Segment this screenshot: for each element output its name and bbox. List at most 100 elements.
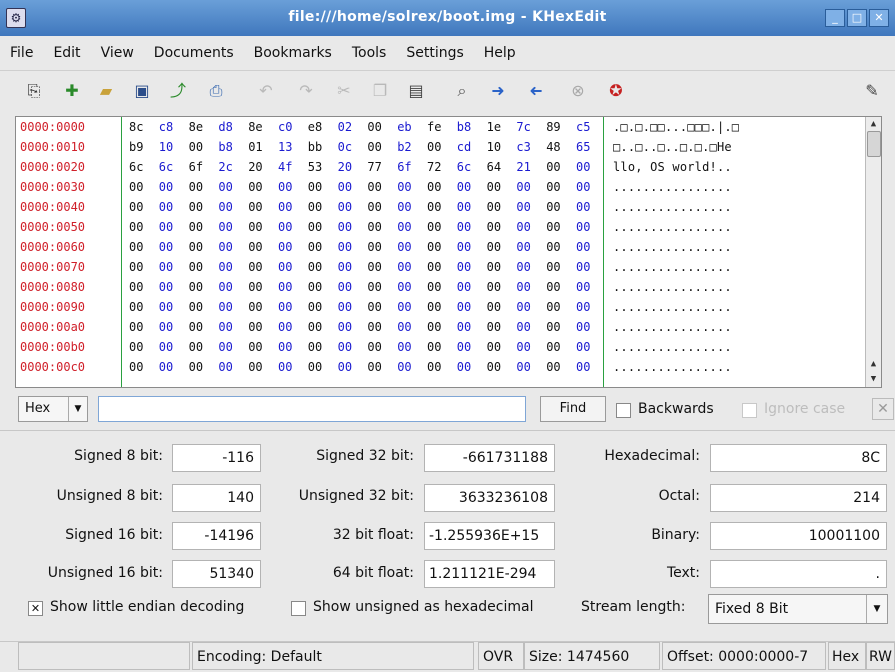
hex-byte[interactable]: 00 bbox=[516, 178, 530, 196]
print-icon[interactable]: ⎙ bbox=[204, 79, 228, 103]
hex-byte[interactable]: 00 bbox=[457, 318, 471, 336]
cut-icon[interactable]: ✂ bbox=[332, 79, 356, 103]
scroll-thumb[interactable] bbox=[867, 131, 881, 157]
menu-edit[interactable]: Edit bbox=[53, 45, 80, 61]
hex-byte[interactable]: 00 bbox=[457, 338, 471, 356]
hex-byte[interactable]: 00 bbox=[457, 218, 471, 236]
octal-field[interactable]: 214 bbox=[710, 484, 887, 512]
hex-byte[interactable]: 00 bbox=[189, 198, 203, 216]
back-icon[interactable]: ➜ bbox=[524, 79, 548, 103]
hex-byte[interactable]: 00 bbox=[159, 298, 173, 316]
hex-byte[interactable]: 00 bbox=[397, 258, 411, 276]
hex-byte[interactable]: 00 bbox=[278, 338, 292, 356]
hex-byte[interactable]: 00 bbox=[397, 318, 411, 336]
hex-byte[interactable]: 00 bbox=[427, 138, 441, 156]
hex-byte[interactable]: 00 bbox=[487, 238, 501, 256]
minimize-icon[interactable]: _ bbox=[825, 9, 845, 27]
hex-byte[interactable]: 00 bbox=[546, 158, 560, 176]
hex-byte[interactable]: 00 bbox=[487, 338, 501, 356]
chevron-down-icon[interactable]: ▼ bbox=[68, 397, 87, 421]
hex-byte[interactable]: 00 bbox=[129, 278, 143, 296]
hex-byte[interactable]: 00 bbox=[457, 278, 471, 296]
hex-byte[interactable]: fe bbox=[427, 118, 441, 136]
hex-byte[interactable]: 20 bbox=[248, 158, 262, 176]
edit-icon[interactable]: ✎ bbox=[860, 79, 884, 103]
hex-byte[interactable]: 00 bbox=[248, 258, 262, 276]
hex-byte[interactable]: 00 bbox=[159, 238, 173, 256]
hex-byte[interactable]: 00 bbox=[457, 358, 471, 376]
hex-byte[interactable]: 6c bbox=[457, 158, 471, 176]
hex-byte[interactable]: 00 bbox=[427, 278, 441, 296]
hex-byte[interactable]: 13 bbox=[278, 138, 292, 156]
hex-byte[interactable]: 00 bbox=[397, 198, 411, 216]
hex-byte[interactable]: 00 bbox=[516, 198, 530, 216]
hex-byte[interactable]: 6f bbox=[189, 158, 203, 176]
hex-byte[interactable]: 00 bbox=[576, 338, 590, 356]
hex-byte[interactable]: 00 bbox=[159, 198, 173, 216]
hex-byte[interactable]: 00 bbox=[367, 278, 381, 296]
chevron-down-icon[interactable]: ▼ bbox=[866, 595, 887, 623]
hex-byte[interactable]: 00 bbox=[487, 258, 501, 276]
redo-icon[interactable]: ↷ bbox=[294, 79, 318, 103]
help-icon[interactable]: ✪ bbox=[604, 79, 628, 103]
hex-byte[interactable]: 00 bbox=[487, 198, 501, 216]
hex-byte[interactable]: 00 bbox=[457, 238, 471, 256]
hex-byte[interactable]: 00 bbox=[576, 218, 590, 236]
hex-byte[interactable]: 00 bbox=[129, 358, 143, 376]
hex-byte[interactable]: 21 bbox=[516, 158, 530, 176]
hex-byte[interactable]: 00 bbox=[487, 218, 501, 236]
new-icon[interactable]: ✚ bbox=[60, 79, 84, 103]
find-button[interactable]: Find bbox=[540, 396, 606, 422]
hex-byte[interactable]: 00 bbox=[159, 258, 173, 276]
hex-byte[interactable]: 00 bbox=[516, 278, 530, 296]
hex-byte[interactable]: 00 bbox=[576, 278, 590, 296]
ascii-text[interactable]: ................ bbox=[613, 278, 732, 296]
hex-byte[interactable]: 00 bbox=[308, 298, 322, 316]
hex-byte[interactable]: 00 bbox=[576, 238, 590, 256]
hex-byte[interactable]: 00 bbox=[218, 278, 232, 296]
hex-byte[interactable]: 00 bbox=[546, 218, 560, 236]
hex-byte[interactable]: 00 bbox=[516, 218, 530, 236]
hex-byte[interactable]: c3 bbox=[516, 138, 530, 156]
signed-32-field[interactable]: -661731188 bbox=[424, 444, 555, 472]
hex-byte[interactable]: b8 bbox=[457, 118, 471, 136]
hex-byte[interactable]: 00 bbox=[278, 178, 292, 196]
save-as-icon[interactable]: ⤴ bbox=[166, 79, 190, 103]
hex-byte[interactable]: 00 bbox=[397, 338, 411, 356]
hex-byte[interactable]: 00 bbox=[397, 218, 411, 236]
hex-byte[interactable]: 00 bbox=[367, 318, 381, 336]
hex-byte[interactable]: 00 bbox=[487, 278, 501, 296]
hex-byte[interactable]: 00 bbox=[367, 218, 381, 236]
hex-byte[interactable]: 00 bbox=[278, 238, 292, 256]
hex-byte[interactable]: 89 bbox=[546, 118, 560, 136]
hex-byte[interactable]: 00 bbox=[457, 258, 471, 276]
scroll-up-icon[interactable]: ▲ bbox=[866, 117, 881, 131]
ascii-text[interactable]: ................ bbox=[613, 338, 732, 356]
float-32-field[interactable]: -1.255936E+15 bbox=[424, 522, 555, 550]
hex-byte[interactable]: 65 bbox=[576, 138, 590, 156]
hex-byte[interactable]: 48 bbox=[546, 138, 560, 156]
hex-byte[interactable]: 00 bbox=[129, 178, 143, 196]
hex-byte[interactable]: 00 bbox=[546, 258, 560, 276]
menu-help[interactable]: Help bbox=[484, 45, 516, 61]
hex-byte[interactable]: 00 bbox=[218, 258, 232, 276]
hex-byte[interactable]: 00 bbox=[367, 178, 381, 196]
hex-byte[interactable]: 00 bbox=[248, 178, 262, 196]
hex-byte[interactable]: 00 bbox=[308, 258, 322, 276]
hex-byte[interactable]: 00 bbox=[487, 178, 501, 196]
hex-byte[interactable]: 00 bbox=[189, 278, 203, 296]
hex-byte[interactable]: 00 bbox=[397, 278, 411, 296]
hex-byte[interactable]: b9 bbox=[129, 138, 143, 156]
hex-byte[interactable]: 00 bbox=[397, 178, 411, 196]
hex-byte[interactable]: 00 bbox=[189, 218, 203, 236]
hex-byte[interactable]: 00 bbox=[338, 278, 352, 296]
open-folder-icon[interactable]: ▰ bbox=[94, 79, 118, 103]
hex-byte[interactable]: 4f bbox=[278, 158, 292, 176]
hex-byte[interactable]: 00 bbox=[427, 218, 441, 236]
hex-byte[interactable]: 00 bbox=[338, 218, 352, 236]
hex-byte[interactable]: 00 bbox=[338, 338, 352, 356]
menu-bookmarks[interactable]: Bookmarks bbox=[254, 45, 332, 61]
hex-byte[interactable]: 00 bbox=[338, 318, 352, 336]
hex-byte[interactable]: 00 bbox=[427, 318, 441, 336]
hex-byte[interactable]: c5 bbox=[576, 118, 590, 136]
